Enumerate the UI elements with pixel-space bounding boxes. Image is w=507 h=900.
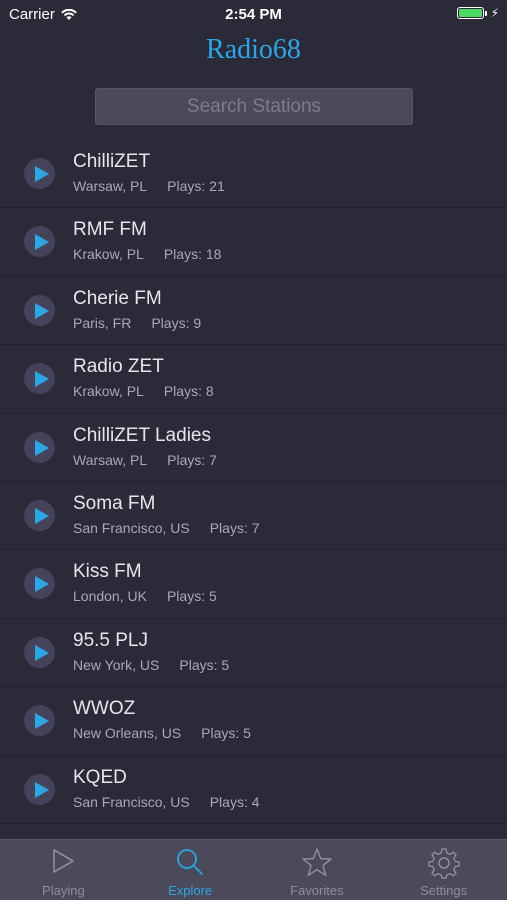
station-row[interactable]: Radio ZET Krakow, PL Plays: 8 (0, 345, 507, 414)
station-name: Soma FM (73, 492, 156, 514)
station-location: San Francisco, US (73, 519, 190, 536)
play-icon (53, 849, 75, 873)
station-name: Radio ZET (73, 356, 164, 378)
station-row[interactable]: KQED San Francisco, US Plays: 4 (0, 756, 507, 824)
tab-label: Playing (42, 883, 85, 898)
station-name: ChilliZET (73, 151, 151, 172)
station-name: ChilliZET Ladies (73, 424, 211, 446)
station-row[interactable]: ChilliZET Warsaw, PL Plays: 21 (0, 140, 507, 209)
station-row[interactable]: 95.5 PLJ New York, US Plays: 5 (0, 619, 507, 688)
search-input[interactable]: Search Stations (95, 88, 413, 125)
gear-icon (427, 848, 460, 879)
station-meta: New Orleans, US Plays: 5 (73, 725, 251, 741)
station-name: Kiss FM (73, 561, 142, 583)
play-icon[interactable] (24, 636, 55, 668)
tab-favorites[interactable]: Favorites (254, 840, 381, 900)
tab-label: Explore (168, 883, 213, 898)
station-plays: Plays: 9 (151, 314, 202, 331)
search-icon (177, 849, 204, 875)
station-location: San Francisco, US (73, 793, 190, 810)
battery-icon (456, 7, 484, 19)
tab-label: Favorites (290, 883, 344, 898)
station-location: London, UK (73, 588, 147, 605)
station-meta: Krakow, PL Plays: 18 (73, 246, 221, 262)
station-meta: London, UK Plays: 5 (73, 588, 217, 604)
station-plays: Plays: 5 (201, 725, 251, 742)
station-meta: Paris, FR Plays: 9 (73, 315, 201, 331)
station-row[interactable]: RMF FM Krakow, PL Plays: 18 (0, 208, 507, 277)
star-icon (302, 848, 332, 877)
station-list[interactable]: ChilliZET Warsaw, PL Plays: 21 RMF FM Kra… (0, 140, 507, 824)
station-location: Krakow, PL (73, 383, 144, 400)
play-icon[interactable] (24, 226, 55, 258)
station-row[interactable]: WWOZ New Orleans, US Plays: 5 (0, 687, 507, 756)
station-name: RMF FM (73, 219, 147, 241)
station-plays: Plays: 8 (163, 383, 214, 400)
station-plays: Plays: 18 (163, 246, 222, 263)
play-icon[interactable] (24, 773, 55, 805)
station-row[interactable]: Kiss FM London, UK Plays: 5 (0, 550, 507, 619)
station-meta: Warsaw, PL Plays: 21 (73, 178, 225, 194)
station-meta: San Francisco, US Plays: 7 (73, 520, 260, 536)
station-location: Warsaw, PL (73, 178, 148, 194)
station-name: KQED (73, 766, 127, 788)
tab-playing[interactable]: Playing (0, 840, 127, 900)
app-title: Radio68 (206, 34, 301, 65)
station-location: New Orleans, US (73, 725, 182, 742)
station-plays: Plays: 21 (167, 178, 225, 194)
station-location: Paris, FR (73, 314, 132, 331)
station-location: Krakow, PL (73, 246, 144, 263)
station-name: WWOZ (73, 698, 136, 720)
station-meta: New York, US Plays: 5 (73, 657, 229, 673)
tab-explore[interactable]: Explore (127, 840, 254, 900)
tab-settings[interactable]: Settings (380, 840, 507, 900)
station-plays: Plays: 5 (179, 656, 230, 673)
station-meta: Krakow, PL Plays: 8 (73, 383, 214, 399)
battery-indicator: ⚡ (456, 6, 499, 20)
station-meta: San Francisco, US Plays: 4 (73, 794, 260, 810)
station-meta: Warsaw, PL Plays: 7 (73, 452, 217, 468)
play-icon[interactable] (24, 158, 55, 189)
status-bar: Carrier 2:54 PM ⚡ (0, 0, 507, 28)
station-plays: Plays: 4 (209, 793, 260, 810)
play-icon[interactable] (24, 705, 55, 737)
play-icon[interactable] (24, 294, 55, 326)
station-location: New York, US (73, 656, 160, 673)
station-name: 95.5 PLJ (73, 629, 148, 651)
station-row[interactable]: ChilliZET Ladies Warsaw, PL Plays: 7 (0, 414, 507, 482)
tab-label: Settings (420, 883, 468, 898)
station-row[interactable]: Cherie FM Paris, FR Plays: 9 (0, 277, 507, 346)
station-plays: Plays: 7 (209, 519, 260, 536)
clock: 2:54 PM (225, 6, 282, 23)
station-plays: Plays: 7 (167, 451, 217, 468)
play-icon[interactable] (24, 499, 55, 531)
station-row[interactable]: Soma FM San Francisco, US Plays: 7 (0, 482, 507, 551)
play-icon[interactable] (24, 568, 55, 600)
station-name: Cherie FM (73, 287, 162, 309)
station-location: Warsaw, PL (73, 451, 148, 468)
station-plays: Plays: 5 (166, 588, 217, 605)
tab-bar: Playing Explore Favorites Settings (0, 839, 507, 900)
charging-icon: ⚡ (490, 6, 499, 20)
play-icon[interactable] (24, 431, 55, 463)
play-icon[interactable] (24, 363, 55, 395)
